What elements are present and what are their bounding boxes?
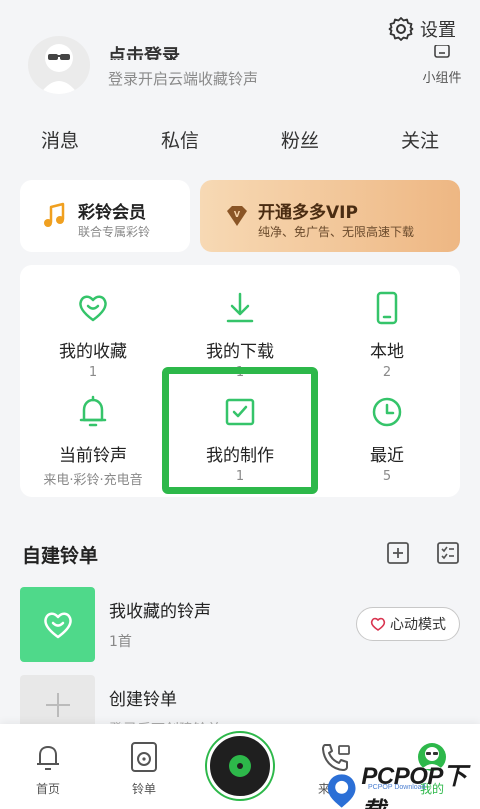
social-following[interactable]: 关注: [360, 126, 480, 153]
checklist-icon: [437, 542, 459, 564]
grid-item-recent[interactable]: 最近 5: [314, 395, 460, 484]
social-fans[interactable]: 粉丝: [240, 126, 360, 153]
playlist-title: 我收藏的铃声: [109, 602, 211, 622]
grid-label: 我的收藏: [59, 342, 127, 362]
nav-label: 首页: [35, 782, 60, 796]
social-row: 消息 私信 粉丝 关注: [0, 126, 480, 153]
playlist-item-favorites[interactable]: 我收藏的铃声 1首 心动模式: [20, 587, 460, 663]
widget-button[interactable]: 小组件: [420, 44, 464, 86]
grid-item-favorites[interactable]: 我的收藏 1: [20, 291, 166, 380]
avatar-sunglasses-icon: [40, 44, 78, 94]
cailing-title: 彩铃会员: [78, 203, 146, 223]
pcpop-logo-icon: [327, 774, 356, 808]
widget-icon: [434, 44, 450, 58]
add-playlist-button[interactable]: [386, 541, 410, 569]
watermark-logo: PCPOP下载 PCPOP Download: [326, 756, 480, 809]
gear-icon: [388, 17, 414, 41]
vip-subtitle: 纯净、免广告、无限高速下载: [258, 225, 415, 239]
player-disc-button[interactable]: [207, 733, 273, 799]
playlist-item-create[interactable]: 创建铃单 登录后可创建铃单: [20, 675, 460, 738]
plus-square-icon: [387, 542, 409, 564]
plus-icon: [45, 693, 70, 717]
vip-card[interactable]: V 开通多多VIP 纯净、免广告、无限高速下载: [200, 180, 460, 252]
heart-icon: [43, 612, 72, 638]
avatar[interactable]: [28, 36, 90, 94]
settings-button[interactable]: 设置: [388, 16, 456, 42]
playlist-section-title: 自建铃单: [22, 545, 99, 567]
grid-count: 5: [382, 469, 392, 484]
bell-icon: [37, 746, 59, 770]
cailing-subtitle: 联合专属彩铃: [78, 225, 151, 239]
manage-playlist-button[interactable]: [436, 541, 460, 569]
grid-label: 最近: [370, 446, 404, 466]
heart-mode-label: 心动模式: [390, 617, 446, 633]
playlist-count: 1首: [109, 634, 132, 650]
grid-count: 1: [88, 365, 98, 380]
settings-label: 设置: [420, 20, 456, 41]
login-subtitle[interactable]: 登录开启云端收藏铃声: [108, 68, 258, 89]
watermark-brand: PCPOP下载: [361, 763, 467, 809]
watermark-small: PCPOP Download: [368, 784, 426, 791]
grid-item-local[interactable]: 本地 2: [314, 291, 460, 380]
playlist-title: 创建铃单: [109, 690, 177, 710]
heart-mode-button[interactable]: 心动模式: [356, 607, 460, 641]
nav-home[interactable]: 首页: [8, 740, 88, 797]
vip-title: 开通多多VIP: [258, 203, 358, 223]
disc-center: [229, 755, 251, 777]
bell-icon: [79, 395, 107, 427]
grid-item-current-ringtone[interactable]: 当前铃声 来电·彩铃·充电音: [20, 395, 166, 488]
playlist-thumb: [20, 587, 95, 662]
music-note-icon: [44, 202, 65, 227]
phone-icon: [376, 291, 398, 325]
heart-icon: [79, 295, 107, 322]
clock-icon: [372, 397, 402, 427]
highlight-box: [162, 367, 318, 494]
grid-label: 当前铃声: [59, 446, 127, 466]
svg-text:V: V: [234, 210, 241, 219]
grid-label: 本地: [370, 342, 404, 362]
social-messages[interactable]: 消息: [0, 126, 120, 153]
nav-playlists[interactable]: 铃单: [104, 740, 184, 797]
speaker-icon: [131, 742, 157, 772]
login-title[interactable]: 点击登录: [108, 40, 180, 60]
download-icon: [226, 292, 254, 323]
nav-label: 铃单: [131, 782, 156, 796]
cailing-member-card[interactable]: 彩铃会员 联合专属彩铃: [20, 180, 190, 252]
widget-label: 小组件: [422, 71, 462, 86]
social-private-messages[interactable]: 私信: [120, 126, 240, 153]
vip-diamond-icon: V: [227, 206, 247, 226]
grid-label: 我的下载: [206, 342, 274, 362]
grid-count: 来电·彩铃·充电音: [43, 473, 143, 488]
grid-count: 2: [382, 365, 392, 380]
heart-icon: [370, 617, 386, 631]
